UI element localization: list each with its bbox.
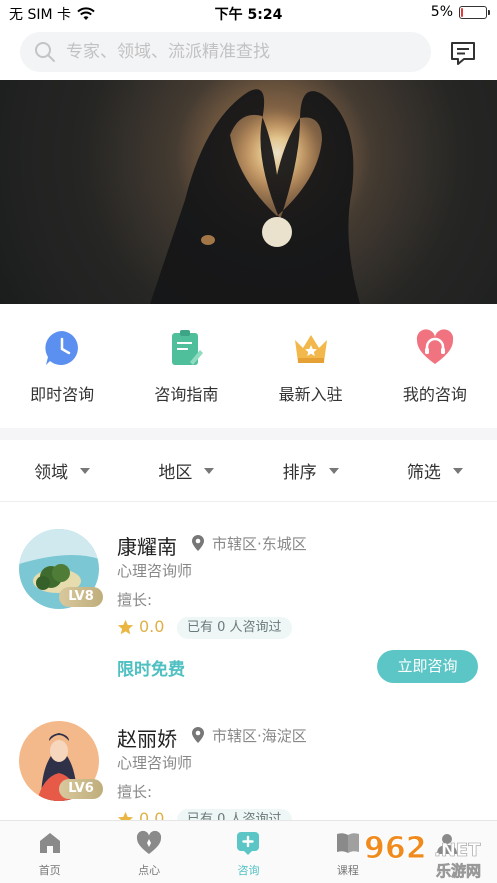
price-tag: 限时免费 <box>117 660 185 680</box>
quick-item-guide[interactable]: 咨询指南 <box>124 304 248 428</box>
consult-count-badge: 已有 0 人咨询过 <box>177 617 292 639</box>
rating-score: 0.0 <box>139 809 165 820</box>
level-badge: LV6 <box>59 779 103 799</box>
svg-text:乐游网: 乐游网 <box>436 862 481 880</box>
consult-icon <box>237 832 260 855</box>
counselor-skill: 擅长: <box>117 783 153 801</box>
battery-icon <box>459 5 490 19</box>
message-icon[interactable] <box>449 40 477 66</box>
consult-count-badge: 已有 0 人咨询过 <box>177 809 292 820</box>
clock-icon <box>45 331 79 365</box>
filter-label: 排序 <box>282 463 317 483</box>
caret-down-icon <box>452 467 463 474</box>
counselor-card[interactable]: LV8 康耀南 市辖区·东城区 心理咨询师 擅长: 0.0 已有 0 人咨询过 … <box>0 503 497 703</box>
counselor-name: 康耀南 <box>117 535 177 559</box>
tab-heart[interactable]: 点心 <box>99 821 198 883</box>
tab-label: 首页 <box>38 864 61 877</box>
battery-percent: 5% <box>430 4 453 20</box>
status-time: 下午 5:24 <box>214 7 283 23</box>
quick-item-label: 我的咨询 <box>402 385 467 404</box>
location-pin-icon <box>192 727 204 743</box>
star-icon <box>117 619 134 635</box>
heart-headset-icon <box>416 329 453 364</box>
quick-item-new-arrivals[interactable]: 最新入驻 <box>249 304 373 428</box>
rating-score: 0.0 <box>139 617 165 636</box>
counselor-role: 心理咨询师 <box>117 754 193 772</box>
counselor-name: 赵丽娇 <box>117 727 177 751</box>
filter-field[interactable]: 领域 <box>0 440 124 501</box>
caret-down-icon <box>80 467 91 474</box>
svg-text:.NET: .NET <box>434 840 481 861</box>
counselor-location: 市辖区·海淀区 <box>212 727 307 745</box>
site-watermark-logo: 962 .NET 乐游网 <box>364 831 482 881</box>
location-pin-icon <box>192 535 204 551</box>
search-icon <box>35 42 55 62</box>
tab-label: 咨询 <box>237 864 260 877</box>
crown-icon <box>294 335 327 363</box>
star-icon <box>117 811 134 820</box>
guide-icon <box>172 330 204 365</box>
quick-item-label: 最新入驻 <box>278 385 343 404</box>
filter-label: 筛选 <box>406 463 441 483</box>
counselor-role: 心理咨询师 <box>117 562 193 580</box>
filter-bar: 领域 地区 排序 筛选 <box>0 440 497 502</box>
status-bar: 无 SIM 卡 下午 5:24 5% <box>0 0 497 26</box>
tab-label: 课程 <box>336 864 359 877</box>
quick-menu: 即时咨询 咨询指南 最新入驻 我的咨询 <box>0 304 497 428</box>
home-icon <box>39 833 60 853</box>
filter-label: 地区 <box>158 463 193 483</box>
tab-label: 点心 <box>138 864 161 877</box>
counselor-skill: 擅长: <box>117 591 153 609</box>
level-badge: LV8 <box>59 587 103 607</box>
caret-down-icon <box>328 467 339 474</box>
status-right: 5% <box>430 4 490 20</box>
search-box[interactable] <box>20 32 431 72</box>
heart-icon <box>136 830 162 854</box>
counselor-card[interactable]: LV6 赵丽娇 市辖区·海淀区 心理咨询师 擅长: 0.0 已有 0 人咨询过 <box>0 703 497 820</box>
svg-text:962: 962 <box>364 831 427 866</box>
tab-consult[interactable]: 咨询 <box>199 821 298 883</box>
banner-image[interactable] <box>0 80 497 304</box>
filter-sort[interactable]: 排序 <box>249 440 373 501</box>
quick-item-label: 咨询指南 <box>154 385 219 404</box>
caret-down-icon <box>204 467 215 474</box>
quick-item-instant-consult[interactable]: 即时咨询 <box>0 304 124 428</box>
book-icon <box>336 833 359 853</box>
quick-item-label: 即时咨询 <box>30 385 95 404</box>
filter-region[interactable]: 地区 <box>124 440 248 501</box>
consult-now-button[interactable]: 立即咨询 <box>377 650 478 683</box>
tab-home[interactable]: 首页 <box>0 821 99 883</box>
banner-graphic <box>0 80 497 304</box>
quick-item-my-consults[interactable]: 我的咨询 <box>373 304 497 428</box>
search-input[interactable] <box>66 42 396 62</box>
filter-screen[interactable]: 筛选 <box>373 440 497 501</box>
search-row <box>0 30 497 74</box>
filter-label: 领域 <box>34 463 69 483</box>
section-divider <box>0 428 497 440</box>
counselor-location: 市辖区·东城区 <box>212 535 307 553</box>
